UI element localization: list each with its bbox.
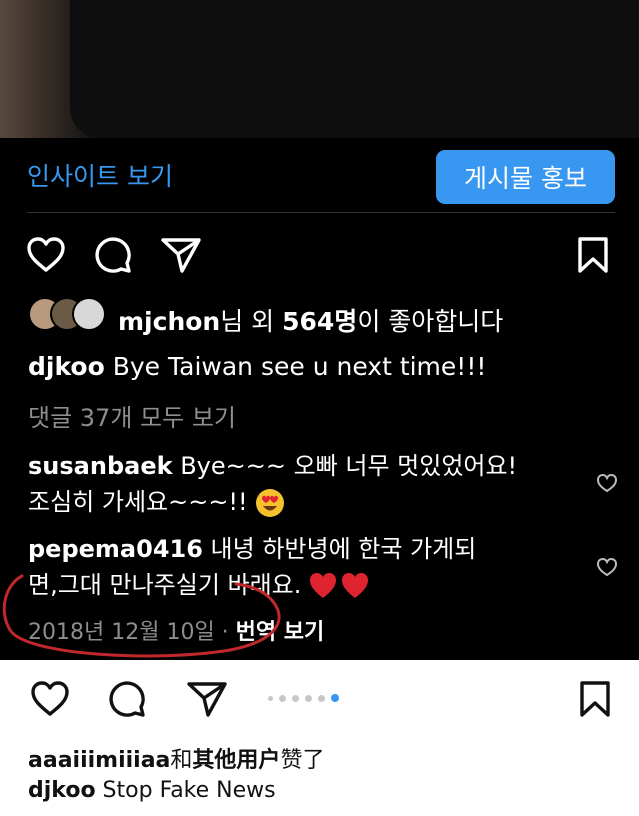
promote-post-button[interactable]: 게시물 홍보 — [436, 150, 615, 204]
comment-username[interactable]: susanbaek — [28, 452, 173, 480]
bookmark-icon[interactable] — [578, 680, 612, 718]
carousel-dot — [292, 694, 299, 702]
carousel-dot — [318, 694, 325, 702]
caption-username[interactable]: djkoo — [28, 778, 96, 803]
share-icon[interactable] — [186, 680, 228, 718]
comment-like-heart-icon[interactable] — [596, 557, 618, 577]
liker-avatars[interactable] — [28, 297, 108, 331]
like-count[interactable]: 564명 — [282, 307, 357, 336]
post-caption: djkoo Bye Taiwan see u next time!!! — [28, 352, 487, 381]
view-all-comments-link[interactable]: 댓글 37개 모두 보기 — [28, 398, 236, 433]
liker-username[interactable]: mjchon — [118, 307, 220, 336]
avatar — [72, 297, 106, 331]
view-insights-link[interactable]: 인사이트 보기 — [27, 157, 173, 193]
share-icon[interactable] — [160, 236, 202, 274]
carousel-dot — [305, 694, 312, 702]
likes-summary[interactable]: mjchon님 외 564명이 좋아합니다 — [118, 302, 503, 338]
comment-icon[interactable] — [94, 236, 132, 274]
bookmark-icon[interactable] — [576, 236, 610, 274]
comment-username[interactable]: pepema0416 — [28, 535, 203, 563]
comment-icon[interactable] — [108, 680, 146, 718]
heart-icon[interactable] — [26, 236, 66, 274]
post-photo[interactable] — [0, 0, 639, 138]
carousel-dot — [279, 694, 286, 702]
caption-username[interactable]: djkoo — [28, 352, 105, 381]
annotation-circle — [2, 574, 281, 658]
post-caption: djkoo Stop Fake News — [28, 778, 276, 803]
carousel-dot — [268, 695, 273, 701]
carousel-indicator — [268, 694, 339, 702]
red-hearts-emoji-icon — [310, 573, 369, 598]
likes-summary[interactable]: aaaiiimiiiaa和其他用户赞了 — [28, 742, 324, 774]
heart-eyes-emoji-icon — [256, 489, 285, 517]
divider — [27, 212, 615, 213]
other-users-link[interactable]: 其他用户 — [192, 748, 280, 773]
carousel-dot-active — [331, 694, 339, 702]
liker-username[interactable]: aaaiiimiiiaa — [28, 748, 170, 773]
comment-item: susanbaek Bye~~~ 오빠 너무 멋있었어요! 조심히 가세요~~~… — [28, 452, 518, 517]
comment-like-heart-icon[interactable] — [596, 473, 618, 493]
heart-icon[interactable] — [30, 680, 70, 718]
post-dark: 인사이트 보기 게시물 홍보 mjchon님 외 564명이 좋아합니다 djk… — [0, 0, 639, 660]
